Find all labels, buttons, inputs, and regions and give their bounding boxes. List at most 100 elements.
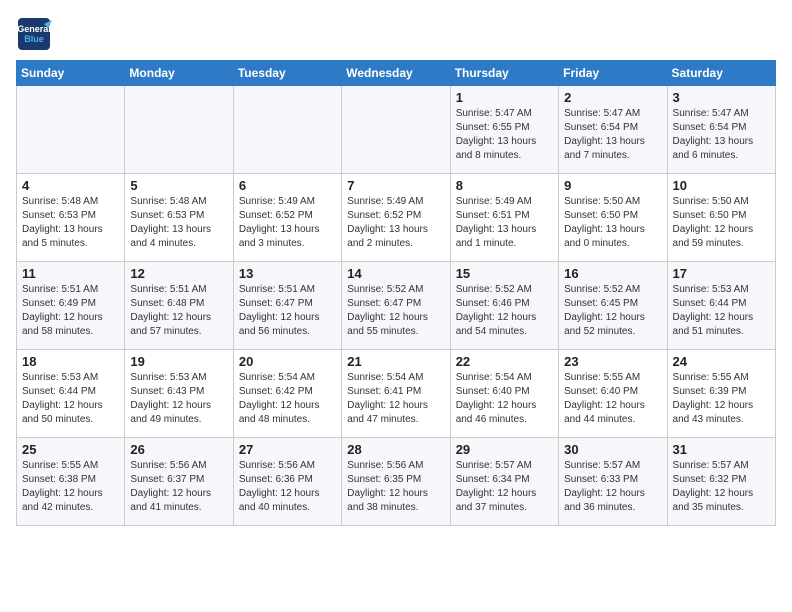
day-number: 31 — [673, 442, 770, 457]
calendar-cell: 24Sunrise: 5:55 AM Sunset: 6:39 PM Dayli… — [667, 350, 775, 438]
day-number: 25 — [22, 442, 119, 457]
cell-daylight-info: Sunrise: 5:47 AM Sunset: 6:55 PM Dayligh… — [456, 107, 553, 163]
calendar-cell: 17 Sunrise: 5:53 AM Sunset: 6:44 PM Dayli… — [667, 262, 775, 350]
calendar-cell: 1 Sunrise: 5:47 AM Sunset: 6:55 PM Daylig… — [450, 86, 558, 174]
day-of-week-header: Wednesday — [342, 61, 450, 86]
cell-daylight-info: Sunrise: 5:48 AM Sunset: 6:53 PM Dayligh… — [130, 195, 227, 251]
day-of-week-header: Tuesday — [233, 61, 341, 86]
calendar-week-row: 18 Sunrise: 5:53 AM Sunset: 6:44 PM Dayli… — [17, 350, 776, 438]
calendar-cell: 30Sunrise: 5:57 AM Sunset: 6:33 PM Dayli… — [559, 438, 667, 526]
day-number: 14 — [347, 266, 444, 281]
cell-daylight-info: Sunrise: 5:47 AM Sunset: 6:54 PM Dayligh… — [673, 107, 770, 163]
cell-daylight-info: Sunrise: 5:56 AM Sunset: 6:37 PM Dayligh… — [130, 459, 227, 515]
calendar-cell: 14 Sunrise: 5:52 AM Sunset: 6:47 PM Dayli… — [342, 262, 450, 350]
cell-daylight-info: Sunrise: 5:55 AM Sunset: 6:38 PM Dayligh… — [22, 459, 119, 515]
day-number: 2 — [564, 90, 661, 105]
day-number: 24 — [673, 354, 770, 369]
day-number: 18 — [22, 354, 119, 369]
cell-daylight-info: Sunrise: 5:53 AM Sunset: 6:44 PM Dayligh… — [22, 371, 119, 427]
page-header: General Blue — [16, 16, 776, 52]
day-number: 27 — [239, 442, 336, 457]
day-number: 1 — [456, 90, 553, 105]
cell-daylight-info: Sunrise: 5:56 AM Sunset: 6:35 PM Dayligh… — [347, 459, 444, 515]
calendar-table: SundayMondayTuesdayWednesdayThursdayFrid… — [16, 60, 776, 526]
day-number: 8 — [456, 178, 553, 193]
day-number: 10 — [673, 178, 770, 193]
day-of-week-header: Saturday — [667, 61, 775, 86]
cell-daylight-info: Sunrise: 5:49 AM Sunset: 6:52 PM Dayligh… — [347, 195, 444, 251]
day-number: 28 — [347, 442, 444, 457]
cell-daylight-info: Sunrise: 5:48 AM Sunset: 6:53 PM Dayligh… — [22, 195, 119, 251]
day-number: 20 — [239, 354, 336, 369]
calendar-cell: 26 Sunrise: 5:56 AM Sunset: 6:37 PM Dayli… — [125, 438, 233, 526]
cell-daylight-info: Sunrise: 5:52 AM Sunset: 6:47 PM Dayligh… — [347, 283, 444, 339]
cell-daylight-info: Sunrise: 5:52 AM Sunset: 6:45 PM Dayligh… — [564, 283, 661, 339]
cell-daylight-info: Sunrise: 5:47 AM Sunset: 6:54 PM Dayligh… — [564, 107, 661, 163]
calendar-cell: 10 Sunrise: 5:50 AM Sunset: 6:50 PM Dayli… — [667, 174, 775, 262]
day-number: 23 — [564, 354, 661, 369]
day-number: 5 — [130, 178, 227, 193]
calendar-cell: 16 Sunrise: 5:52 AM Sunset: 6:45 PM Dayli… — [559, 262, 667, 350]
calendar-cell: 12Sunrise: 5:51 AM Sunset: 6:48 PM Dayli… — [125, 262, 233, 350]
day-number: 22 — [456, 354, 553, 369]
calendar-cell: 25 Sunrise: 5:55 AM Sunset: 6:38 PM Dayli… — [17, 438, 125, 526]
day-of-week-header: Friday — [559, 61, 667, 86]
day-number: 15 — [456, 266, 553, 281]
calendar-cell — [342, 86, 450, 174]
cell-daylight-info: Sunrise: 5:53 AM Sunset: 6:43 PM Dayligh… — [130, 371, 227, 427]
calendar-week-row: 11Sunrise: 5:51 AM Sunset: 6:49 PM Dayli… — [17, 262, 776, 350]
calendar-cell: 2 Sunrise: 5:47 AM Sunset: 6:54 PM Daylig… — [559, 86, 667, 174]
calendar-cell: 18 Sunrise: 5:53 AM Sunset: 6:44 PM Dayli… — [17, 350, 125, 438]
cell-daylight-info: Sunrise: 5:57 AM Sunset: 6:34 PM Dayligh… — [456, 459, 553, 515]
calendar-cell: 9 Sunrise: 5:50 AM Sunset: 6:50 PM Daylig… — [559, 174, 667, 262]
svg-text:Blue: Blue — [24, 34, 44, 44]
calendar-cell: 15 Sunrise: 5:52 AM Sunset: 6:46 PM Dayli… — [450, 262, 558, 350]
day-number: 17 — [673, 266, 770, 281]
cell-daylight-info: Sunrise: 5:54 AM Sunset: 6:42 PM Dayligh… — [239, 371, 336, 427]
calendar-cell: 19 Sunrise: 5:53 AM Sunset: 6:43 PM Dayli… — [125, 350, 233, 438]
calendar-cell: 7 Sunrise: 5:49 AM Sunset: 6:52 PM Daylig… — [342, 174, 450, 262]
cell-daylight-info: Sunrise: 5:55 AM Sunset: 6:40 PM Dayligh… — [564, 371, 661, 427]
day-number: 30 — [564, 442, 661, 457]
day-number: 7 — [347, 178, 444, 193]
day-number: 13 — [239, 266, 336, 281]
day-number: 6 — [239, 178, 336, 193]
day-number: 19 — [130, 354, 227, 369]
day-number: 16 — [564, 266, 661, 281]
day-number: 12 — [130, 266, 227, 281]
calendar-cell: 23 Sunrise: 5:55 AM Sunset: 6:40 PM Dayli… — [559, 350, 667, 438]
calendar-cell — [233, 86, 341, 174]
cell-daylight-info: Sunrise: 5:49 AM Sunset: 6:52 PM Dayligh… — [239, 195, 336, 251]
calendar-cell — [17, 86, 125, 174]
cell-daylight-info: Sunrise: 5:50 AM Sunset: 6:50 PM Dayligh… — [673, 195, 770, 251]
calendar-cell: 29Sunrise: 5:57 AM Sunset: 6:34 PM Dayli… — [450, 438, 558, 526]
day-number: 26 — [130, 442, 227, 457]
cell-daylight-info: Sunrise: 5:54 AM Sunset: 6:40 PM Dayligh… — [456, 371, 553, 427]
day-of-week-header: Monday — [125, 61, 233, 86]
calendar-cell: 27 Sunrise: 5:56 AM Sunset: 6:36 PM Dayli… — [233, 438, 341, 526]
calendar-week-row: 25 Sunrise: 5:55 AM Sunset: 6:38 PM Dayli… — [17, 438, 776, 526]
day-of-week-header: Sunday — [17, 61, 125, 86]
day-of-week-header: Thursday — [450, 61, 558, 86]
calendar-cell: 3 Sunrise: 5:47 AM Sunset: 6:54 PM Daylig… — [667, 86, 775, 174]
calendar-cell: 22 Sunrise: 5:54 AM Sunset: 6:40 PM Dayli… — [450, 350, 558, 438]
calendar-week-row: 1 Sunrise: 5:47 AM Sunset: 6:55 PM Daylig… — [17, 86, 776, 174]
cell-daylight-info: Sunrise: 5:53 AM Sunset: 6:44 PM Dayligh… — [673, 283, 770, 339]
calendar-cell: 28 Sunrise: 5:56 AM Sunset: 6:35 PM Dayli… — [342, 438, 450, 526]
cell-daylight-info: Sunrise: 5:50 AM Sunset: 6:50 PM Dayligh… — [564, 195, 661, 251]
calendar-cell: 20 Sunrise: 5:54 AM Sunset: 6:42 PM Dayli… — [233, 350, 341, 438]
cell-daylight-info: Sunrise: 5:52 AM Sunset: 6:46 PM Dayligh… — [456, 283, 553, 339]
day-number: 9 — [564, 178, 661, 193]
day-number: 3 — [673, 90, 770, 105]
calendar-cell: 5 Sunrise: 5:48 AM Sunset: 6:53 PM Daylig… — [125, 174, 233, 262]
cell-daylight-info: Sunrise: 5:56 AM Sunset: 6:36 PM Dayligh… — [239, 459, 336, 515]
calendar-cell: 8 Sunrise: 5:49 AM Sunset: 6:51 PM Daylig… — [450, 174, 558, 262]
cell-daylight-info: Sunrise: 5:54 AM Sunset: 6:41 PM Dayligh… — [347, 371, 444, 427]
cell-daylight-info: Sunrise: 5:51 AM Sunset: 6:47 PM Dayligh… — [239, 283, 336, 339]
calendar-cell: 31Sunrise: 5:57 AM Sunset: 6:32 PM Dayli… — [667, 438, 775, 526]
logo: General Blue — [16, 16, 52, 52]
day-number: 4 — [22, 178, 119, 193]
calendar-week-row: 4 Sunrise: 5:48 AM Sunset: 6:53 PM Daylig… — [17, 174, 776, 262]
calendar-cell: 13 Sunrise: 5:51 AM Sunset: 6:47 PM Dayli… — [233, 262, 341, 350]
cell-daylight-info: Sunrise: 5:49 AM Sunset: 6:51 PM Dayligh… — [456, 195, 553, 251]
